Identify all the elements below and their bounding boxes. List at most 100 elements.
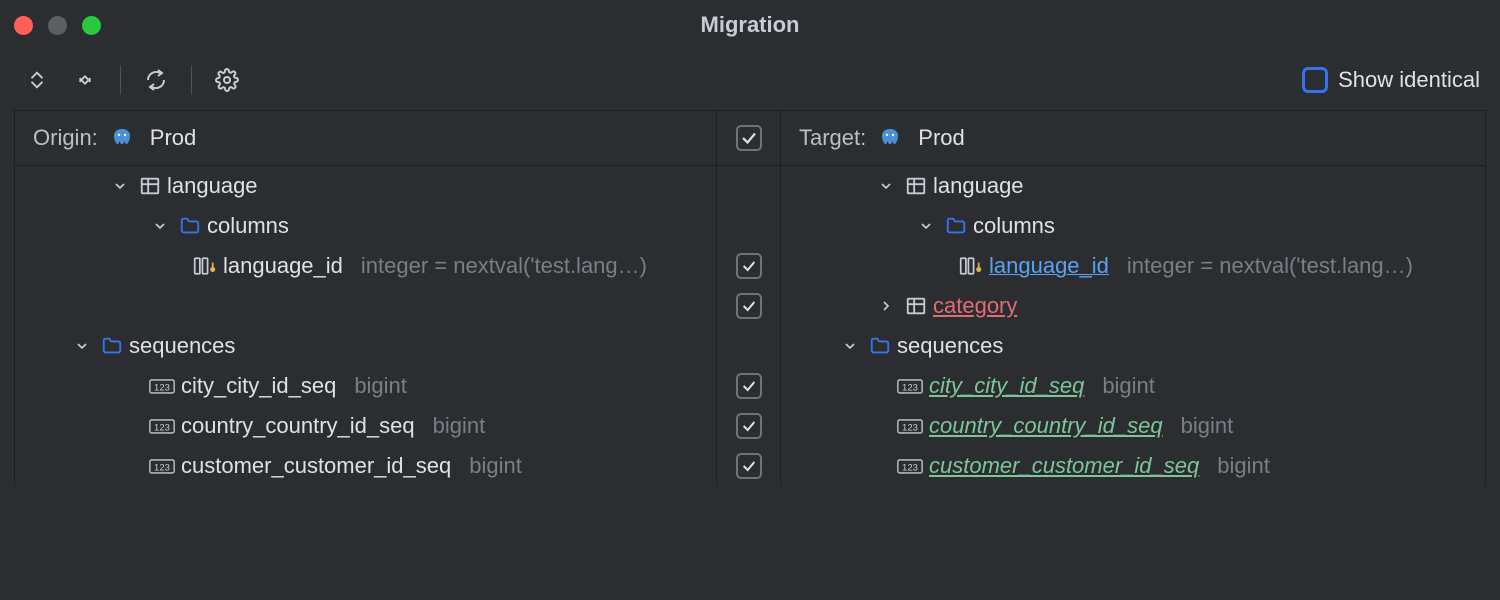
sequence-type: bigint [469,453,522,479]
column-type: integer = nextval('test.lang…) [361,253,647,279]
chevron-down-icon[interactable] [915,215,937,237]
selection-column [717,166,781,486]
table-icon [905,175,927,197]
tree-node-sequences[interactable]: sequences [781,326,1485,366]
collapse-all-button[interactable] [68,63,102,97]
sequence-name: country_country_id_seq [181,413,415,439]
table-name: language [167,173,258,199]
checkbox-cell[interactable] [717,446,780,486]
select-all-checkbox[interactable] [736,125,762,151]
tree-node-sequence[interactable]: 123 country_country_id_seq bigint [781,406,1485,446]
tree-node-columns[interactable]: columns [781,206,1485,246]
tree-node-column[interactable]: language_id integer = nextval('test.lang… [781,246,1485,286]
row-checkbox[interactable] [736,413,762,439]
sequence-type: bigint [1181,413,1234,439]
tree-node-columns[interactable]: columns [15,206,716,246]
minimize-icon[interactable] [48,16,67,35]
category-name-removed: category [933,293,1017,319]
postgres-icon [878,126,902,150]
table-icon [139,175,161,197]
chevron-down-icon[interactable] [109,175,131,197]
tree-node-category[interactable]: category [781,286,1485,326]
sequence-icon: 123 [897,456,923,476]
header-checkbox-cell [717,111,781,165]
row-checkbox[interactable] [736,373,762,399]
row-checkbox[interactable] [736,453,762,479]
sequence-icon: 123 [149,456,175,476]
key-column-icon [193,255,217,277]
column-headers: Origin: Prod Target: Prod [14,110,1486,166]
svg-text:123: 123 [154,382,170,393]
checkbox-cell[interactable] [717,286,780,326]
postgres-icon [110,126,134,150]
sequence-icon: 123 [897,376,923,396]
folder-icon [945,215,967,237]
window-title: Migration [0,0,1500,50]
checkbox-cell[interactable] [717,366,780,406]
folder-icon [179,215,201,237]
folder-icon [869,335,891,357]
table-name: language [933,173,1024,199]
checkbox-cell[interactable] [717,406,780,446]
chevron-down-icon[interactable] [875,175,897,197]
tree-node-sequences[interactable]: sequences [15,326,716,366]
tree-node-sequence[interactable]: 123 city_city_id_seq bigint [15,366,716,406]
table-icon [905,295,927,317]
zoom-icon[interactable] [82,16,101,35]
sequence-name: city_city_id_seq [181,373,336,399]
svg-text:123: 123 [154,422,170,433]
sequence-type: bigint [354,373,407,399]
sequence-type: bigint [1102,373,1155,399]
sequences-label: sequences [129,333,235,359]
sequence-type: bigint [433,413,486,439]
empty-row [15,286,716,326]
chevron-down-icon[interactable] [71,335,93,357]
origin-tree: language columns language_id integer = n… [15,166,717,486]
checkbox-cell[interactable] [717,246,780,286]
toolbar-separator [120,65,121,95]
sequence-name-added: country_country_id_seq [929,413,1163,439]
toolbar-separator [191,65,192,95]
checkbox-cell [717,326,780,366]
tree-node-column[interactable]: language_id integer = nextval('test.lang… [15,246,716,286]
tree-node-table[interactable]: language [15,166,716,206]
origin-db-name: Prod [150,125,196,151]
tree-node-table[interactable]: language [781,166,1485,206]
sequences-label: sequences [897,333,1003,359]
chevron-right-icon[interactable] [875,295,897,317]
svg-text:123: 123 [902,422,918,433]
column-type: integer = nextval('test.lang…) [1127,253,1413,279]
tree-node-sequence[interactable]: 123 customer_customer_id_seq bigint [15,446,716,486]
sequence-name-added: customer_customer_id_seq [929,453,1199,479]
show-identical-label: Show identical [1338,67,1480,93]
tree-node-sequence[interactable]: 123 country_country_id_seq bigint [15,406,716,446]
row-checkbox[interactable] [736,253,762,279]
toolbar: Show identical [0,50,1500,110]
svg-text:123: 123 [902,382,918,393]
tree-node-sequence[interactable]: 123 city_city_id_seq bigint [781,366,1485,406]
svg-text:123: 123 [902,462,918,473]
checkbox-cell [717,206,780,246]
checkbox-cell [717,166,780,206]
tree-node-sequence[interactable]: 123 customer_customer_id_seq bigint [781,446,1485,486]
chevron-down-icon[interactable] [839,335,861,357]
row-checkbox[interactable] [736,293,762,319]
refresh-button[interactable] [139,63,173,97]
target-db-name: Prod [918,125,964,151]
title-bar: Migration [0,0,1500,50]
columns-label: columns [973,213,1055,239]
settings-button[interactable] [210,63,244,97]
show-identical-checkbox[interactable] [1302,67,1328,93]
origin-header: Origin: Prod [14,111,717,165]
show-identical-toggle[interactable]: Show identical [1302,67,1480,93]
expand-all-button[interactable] [20,63,54,97]
sequence-name-added: city_city_id_seq [929,373,1084,399]
chevron-down-icon[interactable] [149,215,171,237]
key-column-icon [959,255,983,277]
diff-body: language columns language_id integer = n… [14,166,1486,486]
column-name-changed: language_id [989,253,1109,279]
svg-text:123: 123 [154,462,170,473]
sequence-type: bigint [1217,453,1270,479]
sequence-icon: 123 [149,416,175,436]
close-icon[interactable] [14,16,33,35]
